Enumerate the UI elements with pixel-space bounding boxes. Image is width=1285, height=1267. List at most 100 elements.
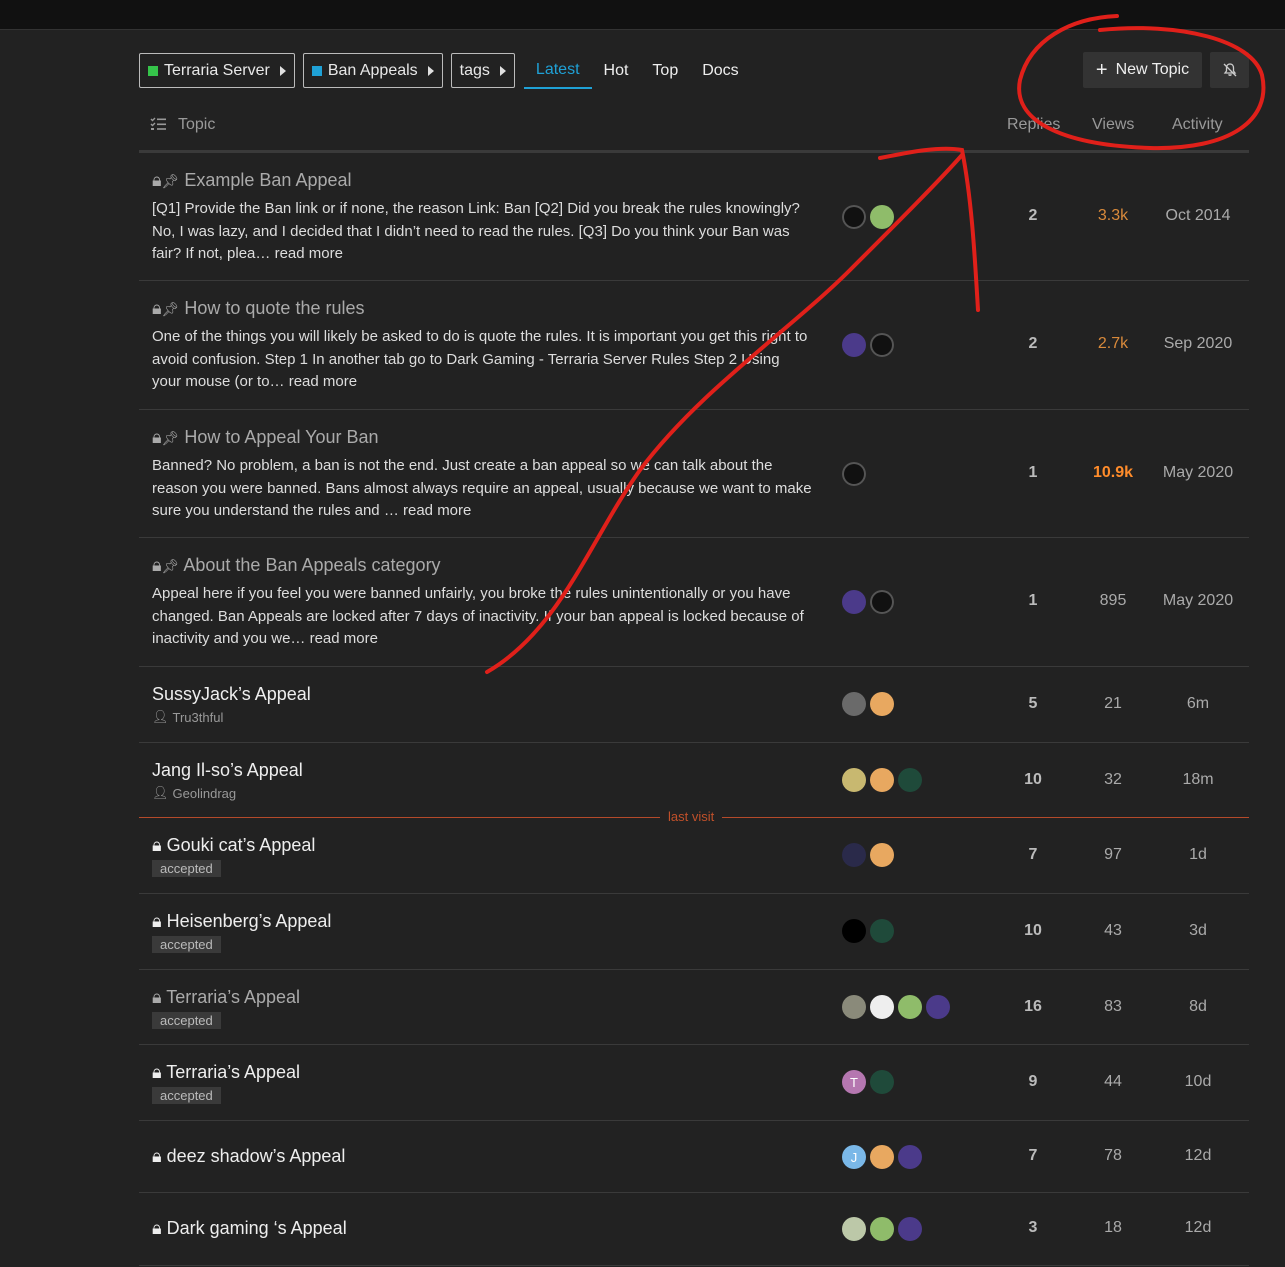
topic-column-header[interactable]: Topic	[178, 116, 215, 134]
topic-title-link[interactable]: 🔒︎📌︎ Example Ban Appeal	[152, 170, 352, 191]
read-more-link[interactable]: read more	[310, 630, 378, 647]
table-row[interactable]: 🔒︎ deez shadow’s Appeal J 7 78 12d	[139, 1121, 1249, 1193]
table-row[interactable]: SussyJack’s Appeal 👤︎ Tru3thful 5 21 6m	[139, 667, 1249, 743]
replies-count[interactable]: 1	[993, 592, 1073, 610]
replies-count[interactable]: 5	[993, 695, 1073, 713]
read-more-link[interactable]: read more	[275, 245, 343, 262]
topic-title-link[interactable]: Jang Il-so’s Appeal	[152, 760, 303, 781]
topic-title-link[interactable]: 🔒︎📌︎ About the Ban Appeals category	[152, 555, 441, 576]
replies-count[interactable]: 16	[993, 998, 1073, 1016]
views-column-header[interactable]: Views	[1092, 116, 1134, 134]
replies-count[interactable]: 1	[993, 464, 1073, 482]
avatar[interactable]	[870, 919, 894, 943]
replies-count[interactable]: 2	[993, 207, 1073, 225]
replies-count[interactable]: 10	[993, 922, 1073, 940]
activity-date[interactable]: 3d	[1158, 922, 1238, 940]
topic-title-link[interactable]: 🔒︎📌︎ How to Appeal Your Ban	[152, 427, 379, 448]
avatar[interactable]	[842, 333, 866, 357]
avatar[interactable]	[926, 995, 950, 1019]
avatar[interactable]	[842, 205, 866, 229]
avatar[interactable]	[870, 995, 894, 1019]
tab-latest[interactable]: Latest	[523, 52, 592, 89]
replies-count[interactable]: 2	[993, 335, 1073, 353]
avatar[interactable]	[870, 1217, 894, 1241]
activity-date[interactable]: 18m	[1158, 771, 1238, 789]
tag-badge[interactable]: accepted	[152, 860, 221, 877]
topic-title-link[interactable]: 🔒︎ Dark gaming ‘s Appeal	[152, 1218, 347, 1239]
activity-date[interactable]: 10d	[1158, 1073, 1238, 1091]
avatar[interactable]	[842, 1217, 866, 1241]
table-row[interactable]: 🔒︎📌︎ About the Ban Appeals category Appe…	[139, 538, 1249, 667]
avatar[interactable]	[870, 1145, 894, 1169]
table-row[interactable]: 🔒︎ Gouki cat’s Appeal accepted 7 97 1d	[139, 818, 1249, 894]
tag-badge[interactable]: accepted	[152, 1087, 221, 1104]
table-row[interactable]: 🔒︎📌︎ Example Ban Appeal [Q1] Provide the…	[139, 153, 1249, 281]
tag-badge[interactable]: accepted	[152, 1012, 221, 1029]
avatar[interactable]	[842, 692, 866, 716]
avatar[interactable]	[898, 768, 922, 792]
bulk-select-icon[interactable]	[150, 117, 166, 131]
replies-column-header[interactable]: Replies	[1007, 116, 1060, 134]
category-dropdown[interactable]: Terraria Server	[139, 53, 295, 88]
avatar[interactable]	[870, 590, 894, 614]
table-row[interactable]: 🔒︎ Terraria’s Appeal accepted T 9 44 10d	[139, 1045, 1249, 1121]
replies-count[interactable]: 10	[993, 771, 1073, 789]
tab-top[interactable]: Top	[640, 52, 690, 89]
avatar[interactable]	[870, 692, 894, 716]
topic-title-link[interactable]: 🔒︎ deez shadow’s Appeal	[152, 1146, 345, 1167]
activity-date[interactable]: 1d	[1158, 846, 1238, 864]
avatar[interactable]	[842, 590, 866, 614]
avatar[interactable]: T	[842, 1070, 866, 1094]
topic-title-link[interactable]: 🔒︎ Heisenberg’s Appeal	[152, 911, 331, 932]
avatar[interactable]	[870, 768, 894, 792]
table-row[interactable]: Jang Il-so’s Appeal 👤︎ Geolindrag 10 32 …	[139, 743, 1249, 817]
table-row[interactable]: 🔒︎ Dark gaming ‘s Appeal 3 18 12d	[139, 1193, 1249, 1266]
tab-hot[interactable]: Hot	[592, 52, 641, 89]
replies-count[interactable]: 3	[993, 1219, 1073, 1237]
topic-title-link[interactable]: 🔒︎ Terraria’s Appeal	[152, 987, 300, 1008]
new-topic-button[interactable]: + New Topic	[1083, 52, 1202, 88]
topic-title-link[interactable]: 🔒︎ Terraria’s Appeal	[152, 1062, 300, 1083]
replies-count[interactable]: 7	[993, 1147, 1073, 1165]
avatar[interactable]	[898, 995, 922, 1019]
read-more-link[interactable]: read more	[289, 373, 357, 390]
activity-date[interactable]: 8d	[1158, 998, 1238, 1016]
avatar[interactable]	[842, 843, 866, 867]
activity-date[interactable]: 12d	[1158, 1147, 1238, 1165]
avatar[interactable]	[842, 919, 866, 943]
activity-date[interactable]: 6m	[1158, 695, 1238, 713]
avatar[interactable]	[870, 843, 894, 867]
table-row[interactable]: 🔒︎ Terraria’s Appeal accepted 16 83 8d	[139, 970, 1249, 1045]
avatar[interactable]	[842, 462, 866, 486]
notification-level-button[interactable]	[1210, 52, 1249, 88]
activity-date[interactable]: 12d	[1158, 1219, 1238, 1237]
activity-date[interactable]: Oct 2014	[1158, 207, 1238, 225]
activity-date[interactable]: May 2020	[1158, 592, 1238, 610]
table-row[interactable]: 🔒︎📌︎ How to quote the rules One of the t…	[139, 281, 1249, 410]
avatar[interactable]	[870, 1070, 894, 1094]
activity-date[interactable]: May 2020	[1158, 464, 1238, 482]
activity-column-header[interactable]: Activity	[1172, 116, 1223, 134]
topic-title-link[interactable]: 🔒︎📌︎ How to quote the rules	[152, 298, 364, 319]
replies-count[interactable]: 7	[993, 846, 1073, 864]
topic-assigned-user[interactable]: 👤︎ Geolindrag	[152, 785, 236, 801]
topic-title-link[interactable]: SussyJack’s Appeal	[152, 684, 311, 705]
tag-badge[interactable]: accepted	[152, 936, 221, 953]
avatar[interactable]	[842, 768, 866, 792]
topic-assigned-user[interactable]: 👤︎ Tru3thful	[152, 709, 223, 725]
avatar[interactable]	[898, 1145, 922, 1169]
tags-dropdown[interactable]: tags	[450, 53, 515, 88]
avatar[interactable]	[898, 1217, 922, 1241]
avatar[interactable]: J	[842, 1145, 866, 1169]
avatar[interactable]	[870, 333, 894, 357]
table-row[interactable]: 🔒︎ Heisenberg’s Appeal accepted 10 43 3d	[139, 894, 1249, 970]
avatar[interactable]	[842, 995, 866, 1019]
activity-date[interactable]: Sep 2020	[1158, 335, 1238, 353]
topic-title-link[interactable]: 🔒︎ Gouki cat’s Appeal	[152, 835, 315, 856]
table-row[interactable]: 🔒︎📌︎ How to Appeal Your Ban Banned? No p…	[139, 410, 1249, 538]
replies-count[interactable]: 9	[993, 1073, 1073, 1091]
avatar[interactable]	[870, 205, 894, 229]
read-more-link[interactable]: read more	[403, 502, 471, 519]
tab-docs[interactable]: Docs	[690, 52, 750, 89]
subcategory-dropdown[interactable]: Ban Appeals	[302, 53, 443, 88]
